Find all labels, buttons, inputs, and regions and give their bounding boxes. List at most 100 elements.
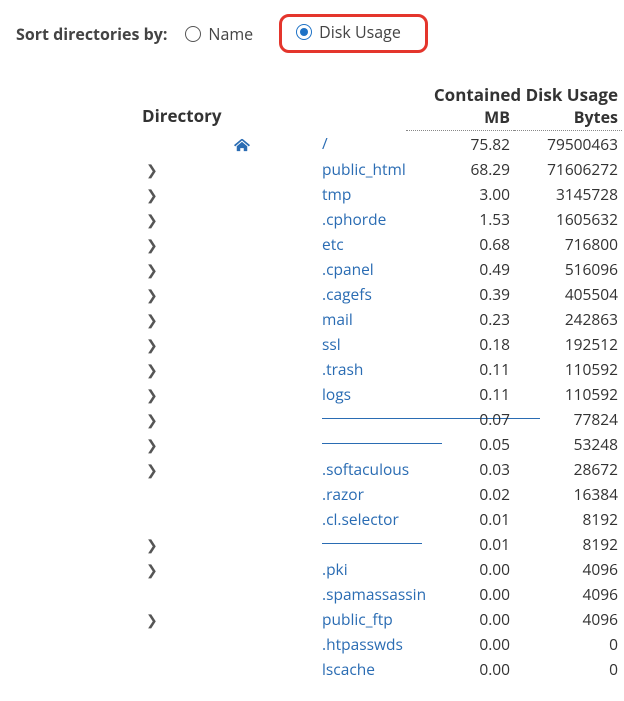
table-row: ❯0.0777824: [142, 406, 622, 431]
cell-bytes: 79500463: [514, 131, 622, 157]
table-row: ❯.cagefs0.39405504: [142, 281, 622, 306]
table-row: ❯0.018192: [142, 531, 622, 556]
expand-icon[interactable]: ❯: [146, 239, 158, 253]
directory-link[interactable]: logs: [322, 383, 351, 405]
expand-icon[interactable]: ❯: [146, 264, 158, 278]
table-row: lscache 0.000: [142, 656, 622, 681]
cell-mb: 0.02: [406, 481, 514, 506]
cell-bytes: 28672: [514, 456, 622, 481]
table-row: ❯ .trash 0.11110592: [142, 356, 622, 381]
cell-mb: 0.00: [406, 656, 514, 681]
table-row: ❯.softaculous0.0328672: [142, 456, 622, 481]
sort-label: Sort directories by:: [16, 23, 167, 45]
directory-table-wrap: Directory Contained Disk Usage MB Bytes …: [142, 81, 622, 681]
cell-bytes: 3145728: [514, 181, 622, 206]
table-row: ❯logs0.11110592: [142, 381, 622, 406]
sort-controls: Sort directories by: Name Disk Usage: [16, 14, 614, 53]
directory-link[interactable]: .cl.selector: [322, 508, 399, 530]
expand-icon[interactable]: ❯: [146, 614, 158, 628]
table-row: / 75.8279500463: [142, 131, 622, 157]
cell-bytes: 716800: [514, 231, 622, 256]
cell-mb: 75.82: [406, 131, 514, 157]
expand-icon[interactable]: ❯: [146, 364, 158, 378]
cell-bytes: 4096: [514, 556, 622, 581]
directory-link[interactable]: .cphorde: [322, 208, 386, 230]
cell-bytes: 0: [514, 656, 622, 681]
radio-icon: [296, 24, 312, 40]
header-contained-disk-usage: Contained Disk Usage: [406, 81, 622, 106]
header-mb[interactable]: MB: [406, 106, 514, 131]
directory-link[interactable]: .softaculous: [322, 458, 409, 480]
directory-link[interactable]: .spamassassin: [322, 583, 426, 605]
cell-mb: 0.68: [406, 231, 514, 256]
expand-icon[interactable]: ❯: [146, 164, 158, 178]
cell-mb: 68.29: [406, 156, 514, 181]
table-row: .spamassassin0.004096: [142, 581, 622, 606]
header-directory: Directory: [142, 81, 406, 131]
header-bytes[interactable]: Bytes: [514, 106, 622, 131]
table-row: ❯mail0.23242863: [142, 306, 622, 331]
cell-mb: 0.11: [406, 356, 514, 381]
expand-icon[interactable]: ❯: [146, 389, 158, 403]
directory-link[interactable]: mail: [322, 308, 353, 330]
cell-mb: 0.39: [406, 281, 514, 306]
cell-bytes: 53248: [514, 431, 622, 456]
cell-bytes: 192512: [514, 331, 622, 356]
table-row: .cl.selector 0.018192: [142, 506, 622, 531]
cell-mb: 0.00: [406, 631, 514, 656]
cell-bytes: 516096: [514, 256, 622, 281]
expand-icon[interactable]: ❯: [146, 314, 158, 328]
home-icon: [234, 132, 250, 154]
cell-bytes: 71606272: [514, 156, 622, 181]
directory-link[interactable]: /: [322, 132, 328, 154]
directory-link[interactable]: ssl: [322, 333, 341, 355]
expand-icon[interactable]: ❯: [146, 339, 158, 353]
cell-mb: 0.01: [406, 506, 514, 531]
sort-radio-name-label: Name: [208, 23, 253, 45]
directory-link[interactable]: .pki: [322, 558, 348, 580]
table-row: ❯ public_html68.2971606272: [142, 156, 622, 181]
cell-bytes: 16384: [514, 481, 622, 506]
expand-icon[interactable]: ❯: [146, 189, 158, 203]
cell-mb: 0.01: [406, 531, 514, 556]
expand-icon[interactable]: ❯: [146, 439, 158, 453]
directory-link[interactable]: tmp: [322, 183, 351, 205]
cell-bytes: 110592: [514, 356, 622, 381]
directory-link[interactable]: public_html: [322, 158, 406, 180]
table-row: ❯.cphorde1.531605632: [142, 206, 622, 231]
table-row: .razor 0.0216384: [142, 481, 622, 506]
directory-link[interactable]: .razor: [322, 483, 364, 505]
cell-bytes: 242863: [514, 306, 622, 331]
cell-mb: 3.00: [406, 181, 514, 206]
cell-bytes: 0: [514, 631, 622, 656]
cell-bytes: 1605632: [514, 206, 622, 231]
sort-radio-disk-usage[interactable]: Disk Usage: [296, 21, 401, 43]
expand-icon[interactable]: ❯: [146, 289, 158, 303]
cell-bytes: 4096: [514, 581, 622, 606]
directory-link[interactable]: .cagefs: [322, 283, 372, 305]
expand-icon[interactable]: ❯: [146, 414, 158, 428]
cell-mb: 0.11: [406, 381, 514, 406]
expand-icon[interactable]: ❯: [146, 464, 158, 478]
expand-icon[interactable]: ❯: [146, 564, 158, 578]
expand-icon[interactable]: ❯: [146, 539, 158, 553]
redacted-directory-name[interactable]: [322, 443, 442, 448]
table-row: ❯ ssl 0.18192512: [142, 331, 622, 356]
cell-bytes: 8192: [514, 506, 622, 531]
directory-link[interactable]: lscache: [322, 658, 375, 680]
sort-radio-name[interactable]: Name: [185, 23, 253, 45]
expand-icon[interactable]: ❯: [146, 214, 158, 228]
sort-radio-disk-label: Disk Usage: [319, 21, 401, 43]
directory-link[interactable]: .htpasswds: [322, 633, 403, 655]
directory-link[interactable]: .cpanel: [322, 258, 374, 280]
cell-mb: 0.18: [406, 331, 514, 356]
table-row: ❯ tmp 3.003145728: [142, 181, 622, 206]
directory-table: Directory Contained Disk Usage MB Bytes …: [142, 81, 622, 681]
directory-link[interactable]: etc: [322, 233, 344, 255]
table-row: ❯0.0553248: [142, 431, 622, 456]
highlight-annotation: Disk Usage: [279, 14, 428, 53]
redacted-directory-name[interactable]: [322, 543, 422, 548]
table-row: ❯public_ftp0.004096: [142, 606, 622, 631]
directory-link[interactable]: .trash: [322, 358, 363, 380]
table-row: ❯.pki0.004096: [142, 556, 622, 581]
